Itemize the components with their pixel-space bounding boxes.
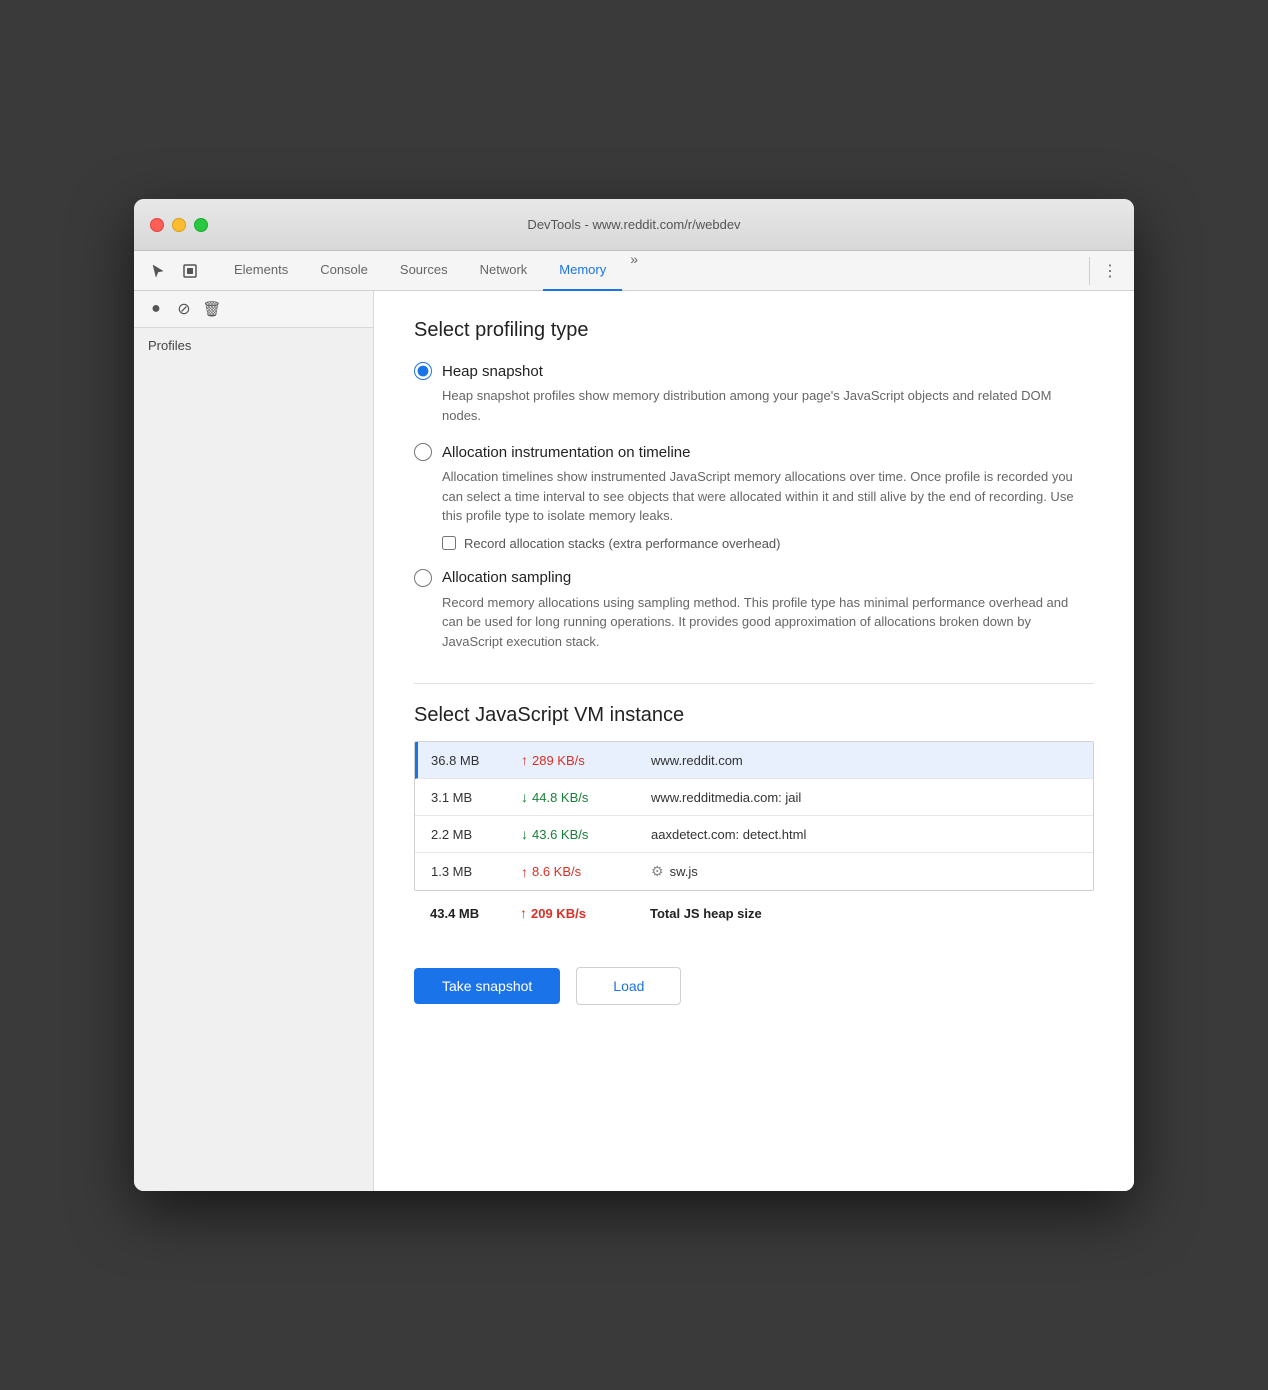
tab-list: Elements Console Sources Network Memory … bbox=[218, 251, 1081, 291]
arrow-down-icon-2: ↓ bbox=[521, 826, 528, 842]
sidebar-profiles-label: Profiles bbox=[134, 328, 373, 359]
profiling-type-title: Select profiling type bbox=[414, 319, 1094, 342]
vm-rate-1: ↓ 44.8 KB/s bbox=[521, 789, 651, 805]
profiling-options: Heap snapshot Heap snapshot profiles sho… bbox=[414, 362, 1094, 651]
footer-total-rate: ↑ 209 KB/s bbox=[520, 905, 650, 921]
vm-section: Select JavaScript VM instance 36.8 MB ↑ … bbox=[414, 704, 1094, 939]
allocation-instrumentation-label[interactable]: Allocation instrumentation on timeline bbox=[414, 443, 1094, 461]
section-divider bbox=[414, 683, 1094, 684]
option-heap-snapshot: Heap snapshot Heap snapshot profiles sho… bbox=[414, 362, 1094, 425]
heap-snapshot-radio[interactable] bbox=[414, 362, 432, 380]
vm-title: Select JavaScript VM instance bbox=[414, 704, 1094, 727]
vm-size-3: 1.3 MB bbox=[431, 864, 521, 879]
option-allocation-sampling: Allocation sampling Record memory alloca… bbox=[414, 569, 1094, 652]
allocation-stacks-checkbox[interactable] bbox=[442, 536, 456, 550]
allocation-sampling-label[interactable]: Allocation sampling bbox=[414, 569, 1094, 587]
footer-total-size: 43.4 MB bbox=[430, 906, 520, 921]
footer-totals: 43.4 MB ↑ 209 KB/s Total JS heap size bbox=[414, 891, 1094, 939]
allocation-stacks-row: Record allocation stacks (extra performa… bbox=[442, 536, 1094, 551]
record-button[interactable]: ● bbox=[146, 299, 166, 319]
arrow-up-icon-0: ↑ bbox=[521, 752, 528, 768]
sidebar-toolbar: ● ⊘ 🗑 bbox=[134, 291, 373, 328]
heap-snapshot-desc: Heap snapshot profiles show memory distr… bbox=[442, 386, 1082, 425]
vm-size-1: 3.1 MB bbox=[431, 790, 521, 805]
window-title: DevTools - www.reddit.com/r/webdev bbox=[527, 217, 740, 232]
clear-button[interactable]: ⊘ bbox=[174, 299, 194, 319]
vm-name-3: ⚙ sw.js bbox=[651, 863, 1077, 880]
heap-snapshot-label[interactable]: Heap snapshot bbox=[414, 362, 1094, 380]
arrow-down-icon-1: ↓ bbox=[521, 789, 528, 805]
tab-network[interactable]: Network bbox=[464, 251, 544, 291]
more-options-button[interactable]: ⋮ bbox=[1098, 261, 1122, 281]
gear-icon: ⚙ bbox=[651, 863, 664, 880]
vm-row-swjs[interactable]: 1.3 MB ↑ 8.6 KB/s ⚙ sw.js bbox=[415, 853, 1093, 890]
close-button[interactable] bbox=[150, 218, 164, 232]
option-allocation-instrumentation: Allocation instrumentation on timeline A… bbox=[414, 443, 1094, 551]
allocation-instrumentation-title: Allocation instrumentation on timeline bbox=[442, 444, 690, 461]
vm-rate-0: ↑ 289 KB/s bbox=[521, 752, 651, 768]
vm-row-reddit[interactable]: 36.8 MB ↑ 289 KB/s www.reddit.com bbox=[415, 742, 1093, 779]
actions-row: Take snapshot Load bbox=[414, 963, 1094, 1005]
content-area: Select profiling type Heap snapshot Heap… bbox=[374, 291, 1134, 1191]
toolbar-separator bbox=[1089, 257, 1090, 285]
tab-elements[interactable]: Elements bbox=[218, 251, 304, 291]
vm-size-0: 36.8 MB bbox=[431, 753, 521, 768]
allocation-stacks-label: Record allocation stacks (extra performa… bbox=[464, 536, 780, 551]
tab-memory[interactable]: Memory bbox=[543, 251, 622, 291]
tab-console[interactable]: Console bbox=[304, 251, 384, 291]
footer-arrow-up-icon: ↑ bbox=[520, 905, 527, 921]
arrow-up-icon-3: ↑ bbox=[521, 864, 528, 880]
vm-size-2: 2.2 MB bbox=[431, 827, 521, 842]
vm-name-2: aaxdetect.com: detect.html bbox=[651, 827, 1077, 842]
maximize-button[interactable] bbox=[194, 218, 208, 232]
vm-rate-2: ↓ 43.6 KB/s bbox=[521, 826, 651, 842]
vm-row-aaxdetect[interactable]: 2.2 MB ↓ 43.6 KB/s aaxdetect.com: detect… bbox=[415, 816, 1093, 853]
vm-row-redditmedia[interactable]: 3.1 MB ↓ 44.8 KB/s www.redditmedia.com: … bbox=[415, 779, 1093, 816]
heap-snapshot-title: Heap snapshot bbox=[442, 363, 543, 380]
allocation-sampling-title: Allocation sampling bbox=[442, 569, 571, 586]
vm-name-1: www.redditmedia.com: jail bbox=[651, 790, 1077, 805]
traffic-lights bbox=[150, 218, 208, 232]
footer-total-label: Total JS heap size bbox=[650, 906, 762, 921]
vm-name-0: www.reddit.com bbox=[651, 753, 1077, 768]
vm-rate-3: ↑ 8.6 KB/s bbox=[521, 864, 651, 880]
load-button[interactable]: Load bbox=[576, 967, 681, 1005]
allocation-instrumentation-radio[interactable] bbox=[414, 443, 432, 461]
sidebar: ● ⊘ 🗑 Profiles bbox=[134, 291, 374, 1191]
take-snapshot-button[interactable]: Take snapshot bbox=[414, 968, 560, 1004]
toolbar-icons bbox=[146, 259, 202, 283]
titlebar: DevTools - www.reddit.com/r/webdev bbox=[134, 199, 1134, 251]
minimize-button[interactable] bbox=[172, 218, 186, 232]
more-tabs-button[interactable]: » bbox=[622, 251, 646, 291]
toolbar: Elements Console Sources Network Memory … bbox=[134, 251, 1134, 291]
cursor-icon[interactable] bbox=[146, 259, 170, 283]
allocation-instrumentation-desc: Allocation timelines show instrumented J… bbox=[442, 467, 1082, 526]
vm-table: 36.8 MB ↑ 289 KB/s www.reddit.com 3.1 MB… bbox=[414, 741, 1094, 891]
inspector-icon[interactable] bbox=[178, 259, 202, 283]
tab-sources[interactable]: Sources bbox=[384, 251, 464, 291]
allocation-sampling-radio[interactable] bbox=[414, 569, 432, 587]
devtools-window: DevTools - www.reddit.com/r/webdev Eleme… bbox=[134, 199, 1134, 1191]
main-content: ● ⊘ 🗑 Profiles Select profiling type bbox=[134, 291, 1134, 1191]
allocation-sampling-desc: Record memory allocations using sampling… bbox=[442, 593, 1082, 652]
delete-button[interactable]: 🗑 bbox=[202, 299, 222, 319]
